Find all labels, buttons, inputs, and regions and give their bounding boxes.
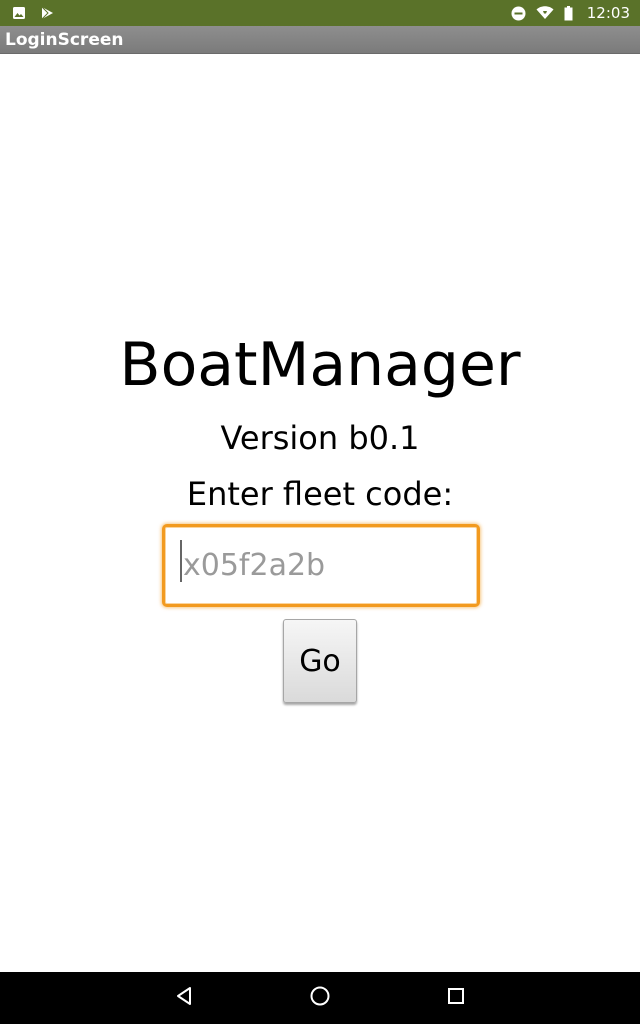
recents-icon (447, 987, 465, 1010)
wifi-icon (536, 6, 554, 20)
fleet-code-input[interactable] (162, 524, 480, 607)
play-store-icon (40, 6, 54, 20)
screen-title: LoginScreen (5, 29, 124, 50)
home-icon (309, 985, 331, 1012)
home-button[interactable] (290, 972, 350, 1024)
version-label: Version b0.1 (220, 419, 420, 457)
recents-button[interactable] (426, 972, 486, 1024)
back-icon (174, 986, 194, 1011)
image-icon (12, 6, 26, 20)
go-button[interactable]: Go (283, 619, 357, 703)
do-not-disturb-icon (511, 6, 526, 21)
status-right-group: 12:03 (511, 4, 630, 22)
status-left-group (12, 6, 54, 20)
status-time: 12:03 (586, 4, 630, 22)
battery-icon (564, 5, 573, 21)
title-bar: LoginScreen (0, 26, 640, 54)
fleet-code-prompt: Enter fleet code: (186, 475, 454, 513)
text-cursor (180, 540, 182, 582)
status-bar: 12:03 (0, 0, 640, 26)
app-name: BoatManager (119, 330, 521, 400)
back-button[interactable] (154, 972, 214, 1024)
navigation-bar (0, 972, 640, 1024)
